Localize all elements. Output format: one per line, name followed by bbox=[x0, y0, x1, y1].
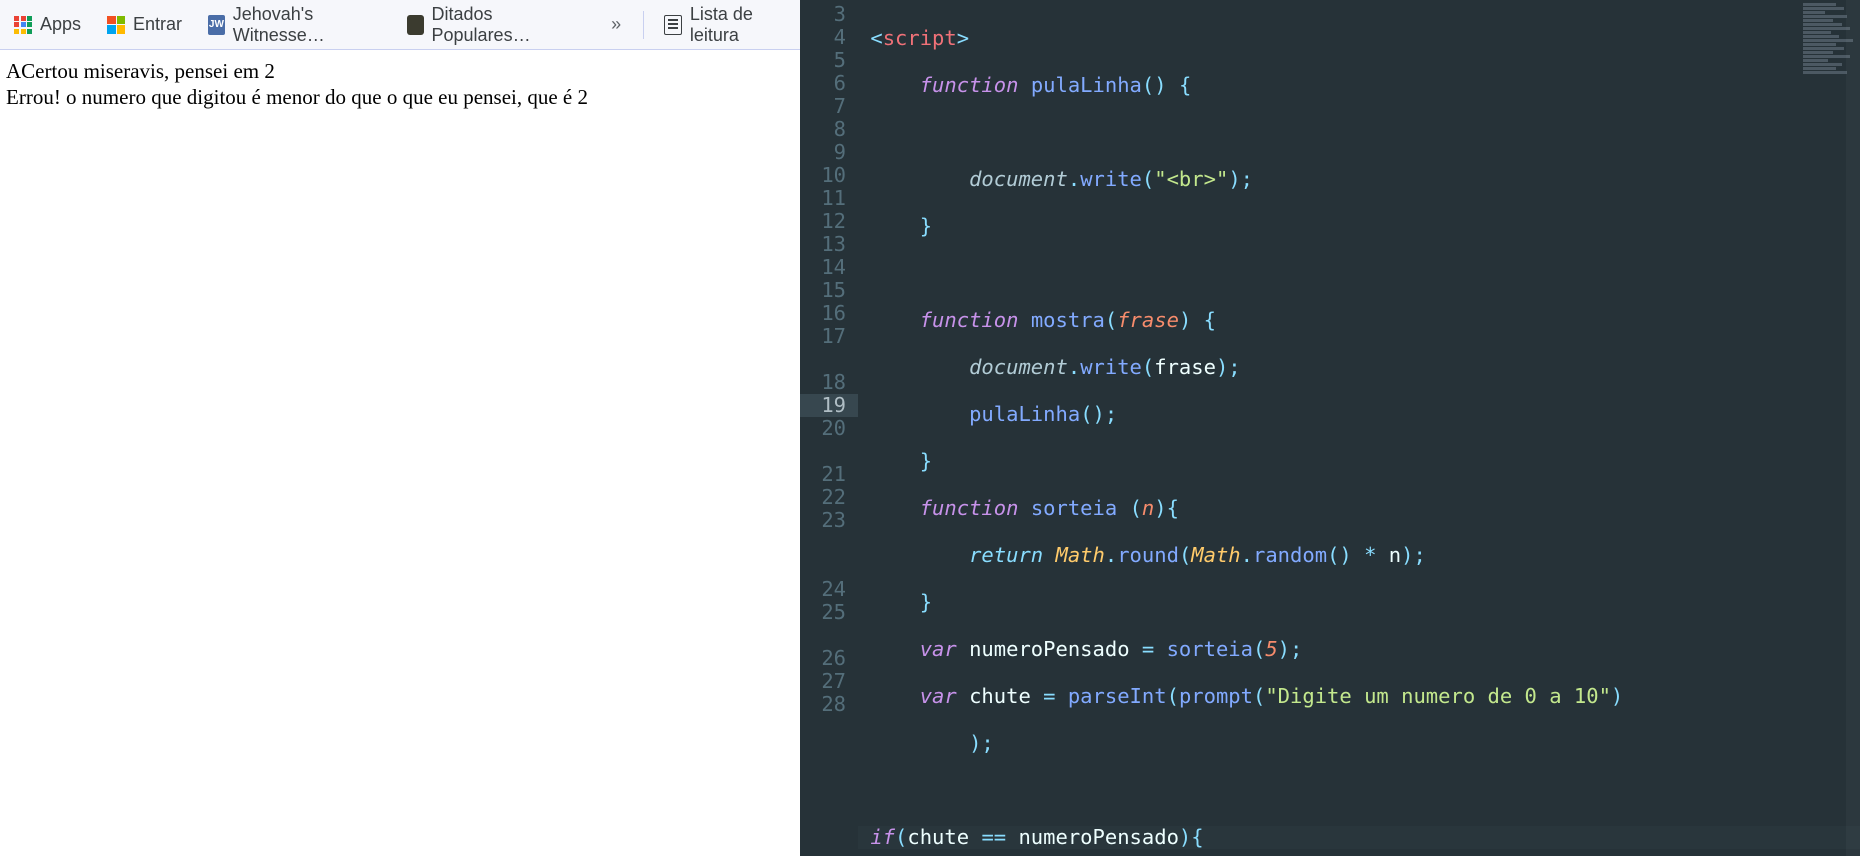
bookmark-label: Entrar bbox=[133, 14, 182, 35]
reading-list-button[interactable]: Lista de leitura bbox=[658, 0, 792, 50]
rendered-page: ACertou miseravis, pensei em 2 Errou! o … bbox=[0, 50, 800, 856]
reading-list-icon bbox=[664, 15, 682, 35]
code-editor[interactable]: 3 4 5 6 7 8 9 10 11 12 13 14 15 16 17 18… bbox=[800, 0, 1860, 856]
favicon-icon bbox=[407, 15, 424, 35]
page-output-line: ACertou miseravis, pensei em 2 bbox=[6, 58, 794, 84]
editor-scrollbar[interactable] bbox=[1846, 0, 1860, 856]
apps-grid-icon bbox=[14, 16, 32, 34]
bookmark-label: Ditados Populares… bbox=[432, 4, 570, 46]
bookmark-label: Jehovah's Witnesse… bbox=[233, 4, 381, 46]
bookmark-apps[interactable]: Apps bbox=[8, 10, 87, 39]
bookmark-label: Apps bbox=[40, 14, 81, 35]
code-text[interactable]: <script> function pulaLinha() { document… bbox=[858, 0, 1860, 856]
bookmark-jw[interactable]: JW Jehovah's Witnesse… bbox=[202, 0, 387, 50]
app-root: Apps Entrar JW Jehovah's Witnesse… Ditad… bbox=[0, 0, 1860, 856]
bookmark-bar: Apps Entrar JW Jehovah's Witnesse… Ditad… bbox=[0, 0, 800, 50]
bookmark-ditados[interactable]: Ditados Populares… bbox=[401, 0, 575, 50]
microsoft-icon bbox=[107, 16, 125, 34]
browser-pane: Apps Entrar JW Jehovah's Witnesse… Ditad… bbox=[0, 0, 800, 856]
page-output-line: Errou! o numero que digitou é menor do q… bbox=[6, 84, 794, 110]
bookmark-entrar[interactable]: Entrar bbox=[101, 10, 188, 39]
reading-list-label: Lista de leitura bbox=[690, 4, 786, 46]
bookmark-overflow-chevron-icon[interactable]: » bbox=[603, 14, 629, 35]
jw-icon: JW bbox=[208, 15, 225, 35]
line-number-gutter: 3 4 5 6 7 8 9 10 11 12 13 14 15 16 17 18… bbox=[800, 0, 858, 856]
